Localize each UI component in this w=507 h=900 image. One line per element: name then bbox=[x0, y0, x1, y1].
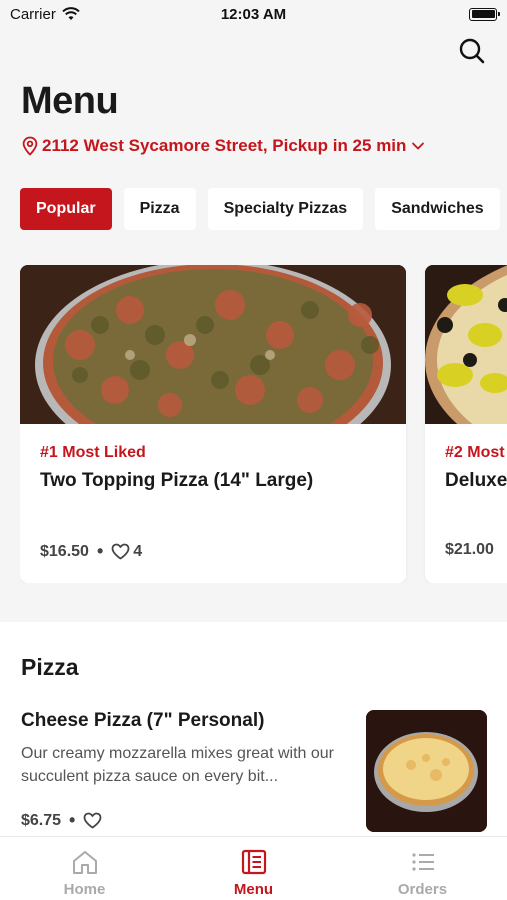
category-chip-popular[interactable]: Popular bbox=[20, 188, 112, 230]
tab-bar: Home Menu Orders bbox=[0, 836, 507, 900]
tab-menu[interactable]: Menu bbox=[169, 837, 338, 900]
menu-item-meta: $6.75 • bbox=[21, 810, 102, 831]
card-meta: $16.50 • 4 bbox=[40, 541, 142, 562]
popular-card[interactable]: #1 Most Liked Two Topping Pizza (14" Lar… bbox=[20, 265, 406, 583]
separator-dot: • bbox=[96, 541, 104, 561]
battery-icon bbox=[469, 7, 500, 21]
tab-label: Menu bbox=[233, 881, 274, 898]
category-chip-specialty-pizzas[interactable]: Specialty Pizzas bbox=[207, 188, 364, 230]
chevron-down-icon bbox=[412, 142, 425, 150]
menu-book-icon bbox=[241, 849, 266, 875]
card-meta: $21.00 bbox=[445, 541, 494, 559]
separator-dot: • bbox=[69, 810, 76, 830]
card-price: $16.50 bbox=[40, 542, 89, 560]
search-icon bbox=[459, 38, 485, 64]
card-price: $21.00 bbox=[445, 541, 494, 558]
status-bar: Carrier 12:03 AM bbox=[0, 0, 507, 28]
popular-card[interactable]: #2 Most Liked Deluxe $21.00 bbox=[425, 265, 507, 583]
page-title: Menu bbox=[21, 80, 119, 122]
category-chip-sandwiches[interactable]: Sandwiches bbox=[375, 188, 500, 230]
location-text: 2112 West Sycamore Street, Pickup in 25 … bbox=[42, 136, 407, 155]
card-body: #1 Most Liked Two Topping Pizza (14" Lar… bbox=[20, 424, 406, 583]
popular-carousel[interactable]: #1 Most Liked Two Topping Pizza (14" Lar… bbox=[20, 265, 507, 583]
tab-orders[interactable]: Orders bbox=[338, 837, 507, 900]
section-title: Pizza bbox=[21, 654, 79, 680]
search-button[interactable] bbox=[457, 36, 487, 66]
tab-label: Home bbox=[63, 881, 106, 898]
wifi-icon bbox=[62, 7, 80, 20]
card-rank: #2 Most Liked bbox=[445, 444, 507, 461]
carrier-label: Carrier bbox=[10, 5, 56, 23]
home-icon bbox=[72, 851, 97, 874]
tab-home[interactable]: Home bbox=[0, 837, 169, 900]
category-tabs: Popular Pizza Specialty Pizzas Sandwiche… bbox=[20, 188, 500, 230]
location-pin-icon bbox=[22, 136, 38, 156]
card-body: #2 Most Liked Deluxe $21.00 bbox=[425, 424, 507, 583]
menu-item-description: Our creamy mozzarella mixes great with o… bbox=[21, 745, 334, 785]
menu-section-pizza: Pizza Cheese Pizza (7" Personal) Our cre… bbox=[0, 622, 507, 852]
heart-icon bbox=[111, 543, 130, 560]
like-count: 4 bbox=[133, 542, 143, 560]
orders-list-icon bbox=[411, 853, 434, 871]
like-button[interactable]: 4 bbox=[111, 543, 142, 561]
menu-item-photo[interactable] bbox=[366, 710, 487, 832]
heart-icon[interactable] bbox=[83, 812, 102, 829]
menu-item-price: $6.75 bbox=[21, 811, 62, 829]
card-rank: #1 Most Liked bbox=[40, 444, 146, 461]
pizza-photo bbox=[20, 265, 406, 424]
status-left: Carrier bbox=[10, 6, 80, 23]
card-name: Deluxe bbox=[445, 470, 507, 491]
category-chip-pizza[interactable]: Pizza bbox=[123, 188, 196, 230]
tab-label: Orders bbox=[397, 881, 448, 898]
location-selector[interactable]: 2112 West Sycamore Street, Pickup in 25 … bbox=[22, 136, 426, 156]
pizza-photo bbox=[425, 265, 507, 424]
card-name: Two Topping Pizza (14" Large) bbox=[40, 470, 314, 491]
